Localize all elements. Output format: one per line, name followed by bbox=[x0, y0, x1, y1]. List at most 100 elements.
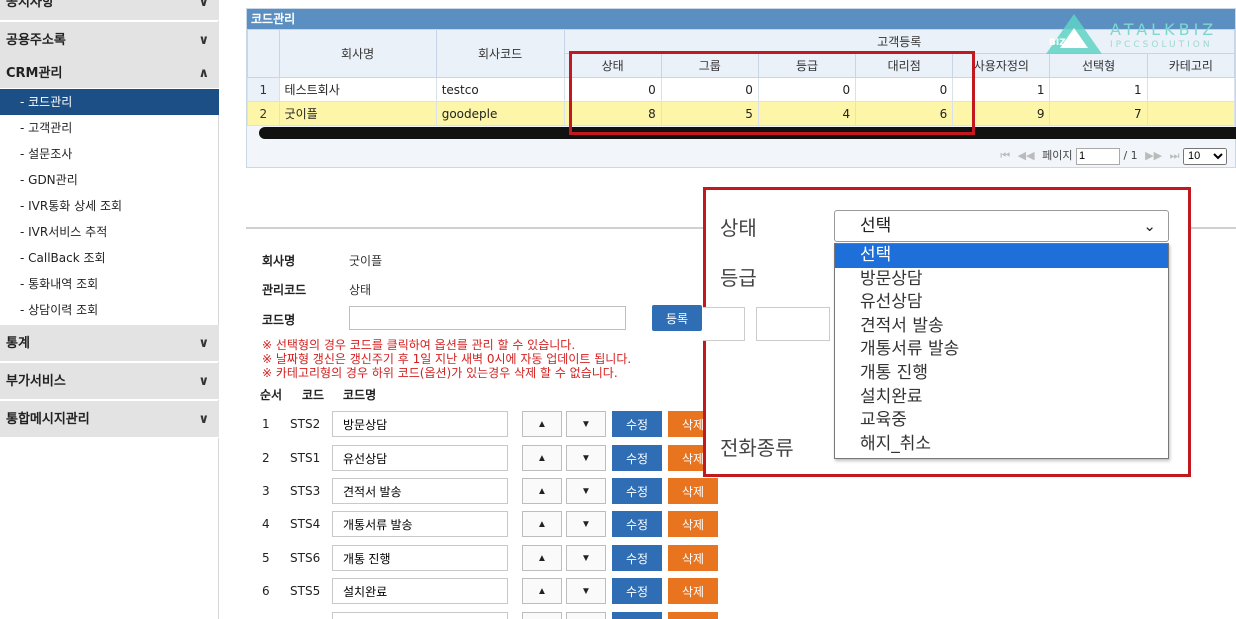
page-label: 페이지 bbox=[1042, 149, 1073, 162]
option-training[interactable]: 교육중 bbox=[835, 409, 1168, 433]
col-header-category[interactable]: 카테고리 bbox=[1146, 53, 1236, 78]
edit-button[interactable]: 수정 bbox=[612, 411, 662, 437]
chevron-down-icon: ∨ bbox=[198, 412, 209, 427]
col-header-company[interactable]: 회사명 bbox=[278, 29, 437, 78]
option-visit-consult[interactable]: 방문상담 bbox=[835, 268, 1168, 292]
edit-button[interactable] bbox=[612, 612, 662, 619]
option-cancel[interactable]: 해지_취소 bbox=[835, 433, 1168, 457]
chevron-down-icon: ∨ bbox=[198, 0, 209, 10]
delete-button[interactable]: 삭제 bbox=[668, 478, 718, 504]
edit-button[interactable]: 수정 bbox=[612, 545, 662, 571]
option-phone-consult[interactable]: 유선상담 bbox=[835, 291, 1168, 315]
zoom-phone-type-label: 전화종류 bbox=[720, 436, 794, 460]
note-line: ※ 카테고리형의 경우 하위 코드(옵션)가 있는경우 삭제 할 수 없습니다. bbox=[262, 366, 618, 380]
move-up-button[interactable]: ▲ bbox=[522, 545, 562, 571]
cell-company[interactable]: 굿이플 bbox=[278, 101, 437, 126]
next-page-icon[interactable]: ▶▶ bbox=[1145, 149, 1162, 162]
sidebar-item-survey[interactable]: - 설문조사 bbox=[0, 141, 219, 167]
cell-code[interactable]: testco bbox=[435, 77, 565, 102]
option-activation[interactable]: 개통 진행 bbox=[835, 362, 1168, 386]
cell-category[interactable] bbox=[1146, 77, 1236, 102]
edit-button[interactable]: 수정 bbox=[612, 578, 662, 604]
zoom-callout-status-dropdown: 상태 선택 ⌄ 등급 전화종류 선택 방문상담 유선상담 견적서 발송 개통서류… bbox=[703, 187, 1191, 477]
move-up-button[interactable]: ▲ bbox=[522, 445, 562, 471]
move-down-button[interactable]: ▼ bbox=[566, 545, 606, 571]
option-quote-sent[interactable]: 견적서 발송 bbox=[835, 315, 1168, 339]
col-header-company-code[interactable]: 회사코드 bbox=[435, 29, 565, 78]
cell-category[interactable] bbox=[1146, 101, 1236, 126]
move-up-button[interactable] bbox=[522, 612, 562, 619]
menu-unified-message[interactable]: 통합메시지관리 ∨ bbox=[0, 401, 219, 438]
code-name-input[interactable] bbox=[332, 578, 508, 604]
move-down-button[interactable]: ▼ bbox=[566, 445, 606, 471]
code-name-input[interactable] bbox=[332, 478, 508, 504]
sidebar-item-callback[interactable]: - CallBack 조회 bbox=[0, 245, 219, 271]
code-name-input[interactable] bbox=[332, 545, 508, 571]
code-name-input[interactable] bbox=[332, 411, 508, 437]
chevron-down-icon: ⌄ bbox=[1143, 217, 1156, 235]
sidebar-item-consult-history[interactable]: - 상담이력 조회 bbox=[0, 297, 219, 323]
delete-button[interactable]: 삭제 bbox=[668, 545, 718, 571]
sidebar-item-call-history[interactable]: - 통화내역 조회 bbox=[0, 271, 219, 297]
cell-select[interactable]: 1 bbox=[1049, 77, 1148, 102]
move-down-button[interactable] bbox=[566, 612, 606, 619]
list-item: 4 STS4 ▲ ▼ 수정 삭제 bbox=[220, 511, 820, 539]
logo-triangle-icon bbox=[1046, 14, 1102, 54]
company-value: 굿이플 bbox=[349, 254, 383, 268]
chevron-down-icon: ∨ bbox=[198, 374, 209, 389]
code-name-input[interactable] bbox=[332, 445, 508, 471]
codename-input[interactable] bbox=[349, 306, 626, 330]
option-select[interactable]: 선택 bbox=[835, 244, 1168, 268]
status-select[interactable]: 선택 ⌄ bbox=[834, 210, 1169, 242]
menu-statistics[interactable]: 통계 ∨ bbox=[0, 325, 219, 362]
move-down-button[interactable]: ▼ bbox=[566, 511, 606, 537]
list-item: 6 STS5 ▲ ▼ 수정 삭제 bbox=[220, 578, 820, 606]
last-page-icon[interactable]: ⏭ bbox=[1170, 149, 1180, 162]
sidebar-item-customer-management[interactable]: - 고객관리 bbox=[0, 115, 219, 141]
code-order: 1 bbox=[262, 417, 270, 431]
menu-address-book[interactable]: 공용주소록 ∨ bbox=[0, 22, 219, 59]
delete-button[interactable]: 삭제 bbox=[668, 578, 718, 604]
code-name-input[interactable] bbox=[332, 612, 508, 619]
menu-addon-services[interactable]: 부가서비스 ∨ bbox=[0, 363, 219, 400]
cell-company[interactable]: 테스트회사 bbox=[278, 77, 437, 102]
option-install-done[interactable]: 설치완료 bbox=[835, 386, 1168, 410]
code-id: STS5 bbox=[290, 584, 321, 598]
code-id: STS4 bbox=[290, 517, 321, 531]
menu-label: 통합메시지관리 bbox=[6, 412, 90, 427]
first-page-icon[interactable]: ⏮ bbox=[1000, 149, 1010, 162]
col-header-select[interactable]: 선택형 bbox=[1049, 53, 1148, 78]
menu-label: 공용주소록 bbox=[6, 33, 66, 48]
edit-button[interactable]: 수정 bbox=[612, 478, 662, 504]
move-up-button[interactable]: ▲ bbox=[522, 578, 562, 604]
menu-crm[interactable]: CRM관리 ∧ bbox=[0, 57, 219, 89]
move-up-button[interactable]: ▲ bbox=[522, 511, 562, 537]
sidebar-item-ivr-trace[interactable]: - IVR서비스 추적 bbox=[0, 219, 219, 245]
edit-button[interactable]: 수정 bbox=[612, 445, 662, 471]
delete-button[interactable] bbox=[668, 612, 718, 619]
code-name-input[interactable] bbox=[332, 511, 508, 537]
edit-button[interactable]: 수정 bbox=[612, 511, 662, 537]
move-down-button[interactable]: ▼ bbox=[566, 478, 606, 504]
cell-select[interactable]: 7 bbox=[1049, 101, 1148, 126]
prev-page-icon[interactable]: ◀◀ bbox=[1018, 149, 1035, 162]
menu-label: 부가서비스 bbox=[6, 374, 66, 389]
move-down-button[interactable]: ▼ bbox=[566, 411, 606, 437]
sidebar: 공지사항 ∨ 공용주소록 ∨ CRM관리 ∧ - 코드관리 - 고객관리 - 설문조사… bbox=[0, 0, 219, 619]
sidebar-item-code-management[interactable]: - 코드관리 bbox=[0, 89, 219, 115]
cell-code[interactable]: goodeple bbox=[435, 101, 565, 126]
sidebar-item-ivr-detail[interactable]: - IVR통화 상세 조회 bbox=[0, 193, 219, 219]
code-id: STS6 bbox=[290, 551, 321, 565]
page-number-input[interactable] bbox=[1075, 147, 1120, 165]
menu-notice[interactable]: 공지사항 ∨ bbox=[0, 0, 219, 21]
page-size-select[interactable]: 10 bbox=[1183, 147, 1227, 165]
move-down-button[interactable]: ▼ bbox=[566, 578, 606, 604]
move-up-button[interactable]: ▲ bbox=[522, 411, 562, 437]
register-button[interactable]: 등록 bbox=[652, 305, 702, 331]
delete-button[interactable]: 삭제 bbox=[668, 511, 718, 537]
sidebar-item-gdn[interactable]: - GDN관리 bbox=[0, 167, 219, 193]
move-up-button[interactable]: ▲ bbox=[522, 478, 562, 504]
list-header-order: 순서 bbox=[260, 388, 283, 402]
mgmt-code-label: 관리코드 bbox=[262, 283, 307, 297]
option-docs-sent[interactable]: 개통서류 발송 bbox=[835, 338, 1168, 362]
